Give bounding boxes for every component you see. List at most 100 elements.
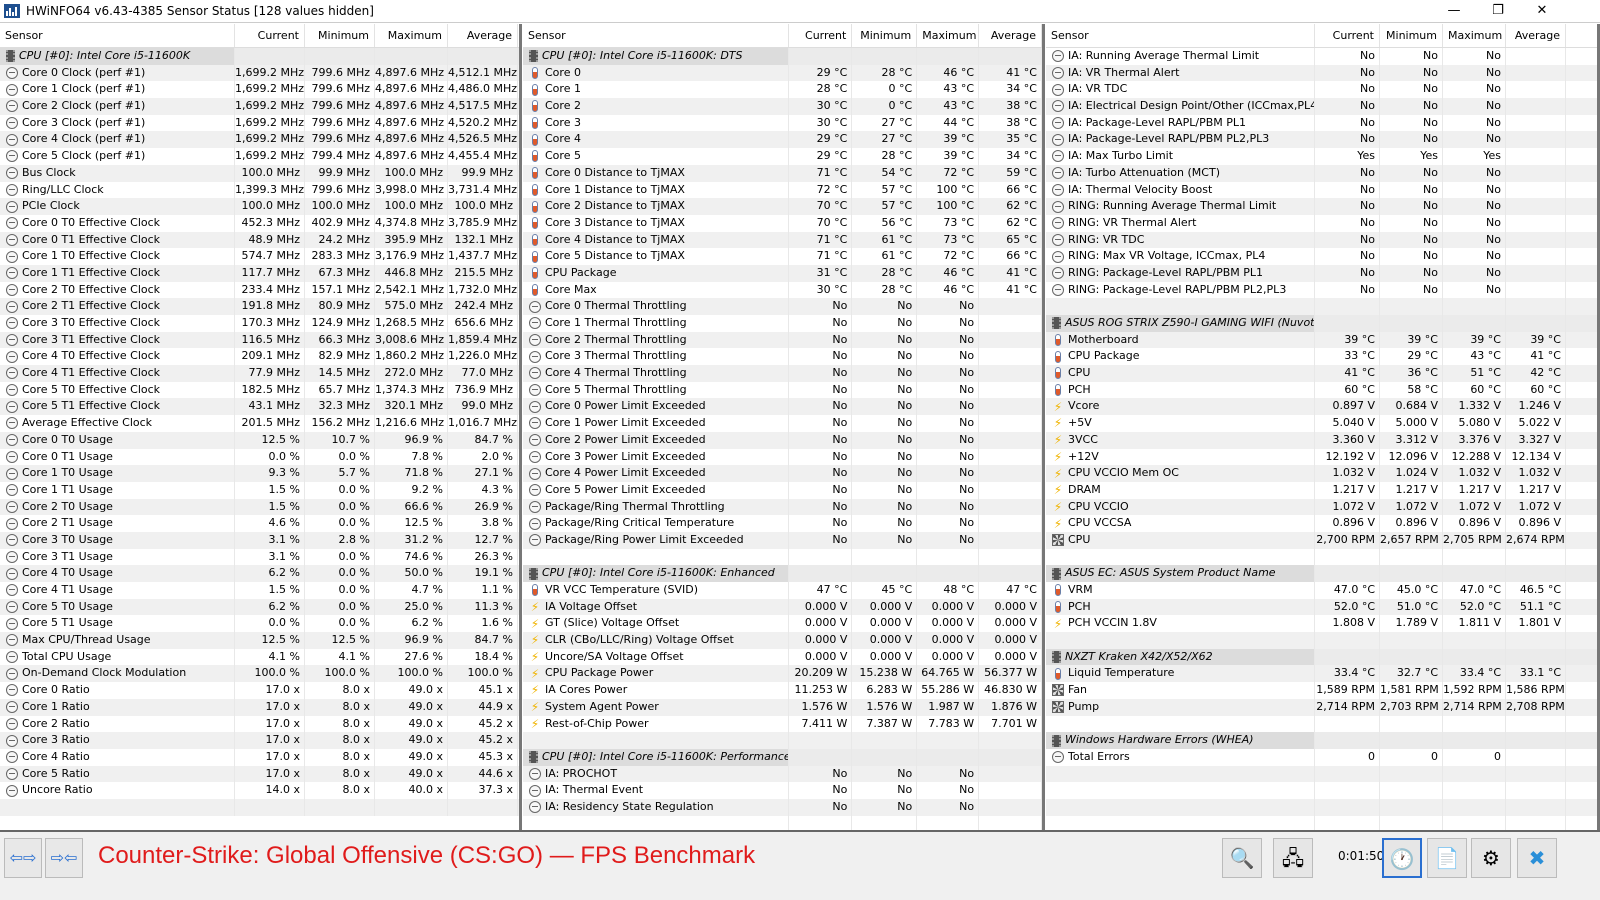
- empty-row[interactable]: [523, 815, 1042, 830]
- sensor-row[interactable]: ⚡ Vcore 0.897 V 0.684 V 1.332 V 1.246 V: [1046, 398, 1597, 416]
- column-header-maximum[interactable]: Maximum: [1443, 24, 1506, 47]
- column-header-minimum[interactable]: Minimum: [852, 24, 918, 47]
- sensor-row[interactable]: Core 2 Power Limit Exceeded No No No: [523, 431, 1042, 449]
- sensor-row[interactable]: Core 3 Clock (perf #1) 1,699.2 MHz 799.6 M…: [0, 114, 519, 132]
- sensor-row[interactable]: Core 5 T0 Effective Clock 182.5 MHz 65.7 M…: [0, 381, 519, 399]
- sensor-row[interactable]: ⚡ CPU VCCSA 0.896 V 0.896 V 0.896 V 0.896 V: [1046, 515, 1597, 532]
- sensor-row[interactable]: PCH 60 °C 58 °C 60 °C 60 °C: [1046, 381, 1597, 399]
- sensor-row[interactable]: Core 2 30 °C 0 °C 43 °C 38 °C: [523, 98, 1042, 115]
- sensor-row[interactable]: IA: Thermal Velocity Boost No No No: [1046, 181, 1597, 199]
- sensor-row[interactable]: Core 5 Clock (perf #1) 1,699.2 MHz 799.4 M…: [0, 148, 519, 165]
- column-header-maximum[interactable]: Maximum: [375, 24, 448, 47]
- sensor-row[interactable]: VRM 47.0 °C 45.0 °C 47.0 °C 46.5 °C: [1046, 582, 1597, 599]
- sensor-row[interactable]: Core 3 T1 Effective Clock 116.5 MHz 66.3 M…: [0, 331, 519, 349]
- sensor-row[interactable]: Core 5 T1 Usage 0.0 % 0.0 % 6.2 % 1.6 %: [0, 615, 519, 633]
- sensor-row[interactable]: Core 4 T0 Usage 6.2 % 0.0 % 50.0 % 19.1 %: [0, 565, 519, 582]
- sensor-row[interactable]: IA: PROCHOT No No No: [523, 765, 1042, 783]
- sensor-row[interactable]: Core 4 T1 Effective Clock 77.9 MHz 14.5 MH…: [0, 365, 519, 382]
- sensor-row[interactable]: Core 2 Distance to TjMAX 70 °C 57 °C 100 °C…: [523, 198, 1042, 215]
- sensor-row[interactable]: Core 1 T1 Usage 1.5 % 0.0 % 9.2 % 4.3 %: [0, 481, 519, 499]
- sensor-row[interactable]: ⚡ 3VCC 3.360 V 3.312 V 3.376 V 3.327 V: [1046, 431, 1597, 449]
- sensor-row[interactable]: ⚡ GT (Slice) Voltage Offset 0.000 V 0.000 V…: [523, 615, 1042, 633]
- sensor-row[interactable]: ⚡ CPU VCCIO 1.072 V 1.072 V 1.072 V 1.072 V: [1046, 498, 1597, 516]
- sensor-monitor-icon[interactable]: 🔍: [1222, 838, 1262, 878]
- sensor-row[interactable]: ⚡ CLR (CBo/LLC/Ring) Voltage Offset 0.000 …: [523, 632, 1042, 649]
- sensor-row[interactable]: Core 1 Ratio 17.0 x 8.0 x 49.0 x 44.9 x: [0, 698, 519, 716]
- sensor-row[interactable]: Core 4 Distance to TjMAX 71 °C 61 °C 73 °C 6…: [523, 231, 1042, 249]
- sensor-row[interactable]: Core 3 Distance to TjMAX 70 °C 56 °C 73 °C 6…: [523, 214, 1042, 232]
- sensor-group-header[interactable]: Windows Hardware Errors (WHEA): [1046, 732, 1597, 749]
- clock-reset-icon[interactable]: 🕐: [1382, 838, 1422, 878]
- empty-row[interactable]: [1046, 632, 1597, 649]
- empty-row[interactable]: [1046, 548, 1597, 566]
- sensor-group-header[interactable]: ASUS ROG STRIX Z590-I GAMING WIFI (Nuvot…: [1046, 315, 1597, 332]
- empty-row[interactable]: [1046, 715, 1597, 733]
- empty-row[interactable]: [1046, 798, 1597, 816]
- column-header-sensor[interactable]: Sensor: [0, 24, 235, 47]
- sensor-row[interactable]: Core 2 T0 Effective Clock 233.4 MHz 157.1 …: [0, 281, 519, 299]
- column-header-minimum[interactable]: Minimum: [305, 24, 375, 47]
- sensor-row[interactable]: Core 4 Clock (perf #1) 1,699.2 MHz 799.6 M…: [0, 131, 519, 149]
- sensor-row[interactable]: Core 3 T0 Usage 3.1 % 2.8 % 31.2 % 12.7 %: [0, 531, 519, 549]
- sensor-group-header[interactable]: CPU [#0]: Intel Core i5-11600K: Enhanced: [523, 565, 1042, 582]
- sensor-row[interactable]: Fan 1,589 RPM 1,581 RPM 1,592 RPM 1,586 RPM: [1046, 682, 1597, 699]
- sensor-row[interactable]: IA: Running Average Thermal Limit No No No: [1046, 48, 1597, 65]
- sensor-row[interactable]: ⚡ PCH VCCIN 1.8V 1.808 V 1.789 V 1.811 V 1.80…: [1046, 615, 1597, 633]
- network-icon[interactable]: 🖧: [1273, 838, 1313, 878]
- navigate-collapse-button[interactable]: ⇨⇦: [45, 838, 83, 878]
- sensor-row[interactable]: Core 2 T1 Usage 4.6 % 0.0 % 12.5 % 3.8 %: [0, 515, 519, 532]
- sensor-row[interactable]: Core 2 Ratio 17.0 x 8.0 x 49.0 x 45.2 x: [0, 715, 519, 733]
- sensor-row[interactable]: Core 5 29 °C 28 °C 39 °C 34 °C: [523, 148, 1042, 165]
- sensor-row[interactable]: Core 1 Thermal Throttling No No No: [523, 315, 1042, 332]
- column-header-maximum[interactable]: Maximum: [917, 24, 980, 47]
- minimize-button[interactable]: —: [1432, 0, 1476, 22]
- sensor-row[interactable]: Core 1 Distance to TjMAX 72 °C 57 °C 100 °C…: [523, 181, 1042, 199]
- sensor-row[interactable]: IA: VR Thermal Alert No No No: [1046, 64, 1597, 82]
- sensor-row[interactable]: Core 4 29 °C 27 °C 39 °C 35 °C: [523, 131, 1042, 149]
- close-button[interactable]: ✕: [1520, 0, 1564, 22]
- sensor-row[interactable]: Core 1 Clock (perf #1) 1,699.2 MHz 799.6 M…: [0, 81, 519, 99]
- column-header-current[interactable]: Current: [235, 24, 305, 47]
- sensor-row[interactable]: RING: Max VR Voltage, ICCmax, PL4 No No No: [1046, 248, 1597, 265]
- sensor-row[interactable]: Core 4 Thermal Throttling No No No: [523, 365, 1042, 382]
- settings-gear-icon[interactable]: ⚙: [1471, 838, 1511, 878]
- empty-row[interactable]: [1046, 298, 1597, 315]
- sensor-row[interactable]: Core Max 30 °C 28 °C 46 °C 41 °C: [523, 281, 1042, 299]
- sensor-row[interactable]: Core 2 T1 Effective Clock 191.8 MHz 80.9 M…: [0, 298, 519, 315]
- sensor-row[interactable]: Bus Clock 100.0 MHz 99.9 MHz 100.0 MHz 99.9 …: [0, 164, 519, 182]
- sensor-row[interactable]: Core 0 T0 Usage 12.5 % 10.7 % 96.9 % 84.7 %: [0, 431, 519, 449]
- sensor-row[interactable]: Core 0 Power Limit Exceeded No No No: [523, 398, 1042, 416]
- empty-row[interactable]: [523, 548, 1042, 566]
- column-header-sensor[interactable]: Sensor: [523, 24, 790, 47]
- sensor-panel-middle[interactable]: Sensor Current Minimum Maximum Average CPU [#…: [523, 24, 1045, 830]
- sensor-panel-right[interactable]: Sensor Current Minimum Maximum Average IA: Ru…: [1046, 24, 1600, 830]
- sensor-row[interactable]: ⚡ +12V 12.192 V 12.096 V 12.288 V 12.134 V: [1046, 448, 1597, 466]
- sensor-row[interactable]: Core 3 Thermal Throttling No No No: [523, 348, 1042, 366]
- sensor-row[interactable]: Ring/LLC Clock 1,399.3 MHz 799.6 MHz 3,998.…: [0, 181, 519, 199]
- sensor-row[interactable]: CPU 2,700 RPM 2,657 RPM 2,705 RPM 2,674 RPM: [1046, 531, 1597, 549]
- logging-add-icon[interactable]: 📄: [1427, 838, 1467, 878]
- restore-button[interactable]: ❐: [1476, 0, 1520, 22]
- sensor-row[interactable]: Core 1 T1 Effective Clock 117.7 MHz 67.3 M…: [0, 264, 519, 282]
- sensor-row[interactable]: Core 0 T1 Effective Clock 48.9 MHz 24.2 MH…: [0, 231, 519, 249]
- sensor-row[interactable]: Core 1 T0 Usage 9.3 % 5.7 % 71.8 % 27.1 %: [0, 465, 519, 482]
- sensor-row[interactable]: IA: Electrical Design Point/Other (ICCma…: [1046, 98, 1597, 115]
- sensor-row[interactable]: Core 4 T0 Effective Clock 209.1 MHz 82.9 M…: [0, 348, 519, 366]
- sensor-row[interactable]: Core 0 Clock (perf #1) 1,699.2 MHz 799.6 M…: [0, 64, 519, 82]
- sensor-group-header[interactable]: NXZT Kraken X42/X52/X62: [1046, 648, 1597, 666]
- sensor-row[interactable]: Core 4 T1 Usage 1.5 % 0.0 % 4.7 % 1.1 %: [0, 582, 519, 599]
- column-header-sensor[interactable]: Sensor: [1046, 24, 1315, 47]
- sensor-row[interactable]: Core 2 Clock (perf #1) 1,699.2 MHz 799.6 M…: [0, 98, 519, 115]
- sensor-row[interactable]: Core 5 Ratio 17.0 x 8.0 x 49.0 x 44.6 x: [0, 765, 519, 783]
- sensor-group-header[interactable]: ASUS EC: ASUS System Product Name: [1046, 565, 1597, 582]
- sensor-row[interactable]: Core 5 T1 Effective Clock 43.1 MHz 32.3 MH…: [0, 398, 519, 416]
- sensor-row[interactable]: Core 0 Distance to TjMAX 71 °C 54 °C 72 °C 5…: [523, 164, 1042, 182]
- sensor-group-header[interactable]: CPU [#0]: Intel Core i5-11600K: DTS: [523, 48, 1042, 65]
- empty-row[interactable]: [0, 798, 519, 816]
- sensor-row[interactable]: IA: Package-Level RAPL/PBM PL1 No No No: [1046, 114, 1597, 132]
- sensor-row[interactable]: Core 0 Ratio 17.0 x 8.0 x 49.0 x 45.1 x: [0, 682, 519, 699]
- sensor-row[interactable]: Package/Ring Critical Temperature No No No: [523, 515, 1042, 532]
- sensor-row[interactable]: ⚡ Rest-of-Chip Power 7.411 W 7.387 W 7.783 W…: [523, 715, 1042, 733]
- sensor-row[interactable]: Total CPU Usage 4.1 % 4.1 % 27.6 % 18.4 %: [0, 648, 519, 666]
- sensor-row[interactable]: Core 5 Thermal Throttling No No No: [523, 381, 1042, 399]
